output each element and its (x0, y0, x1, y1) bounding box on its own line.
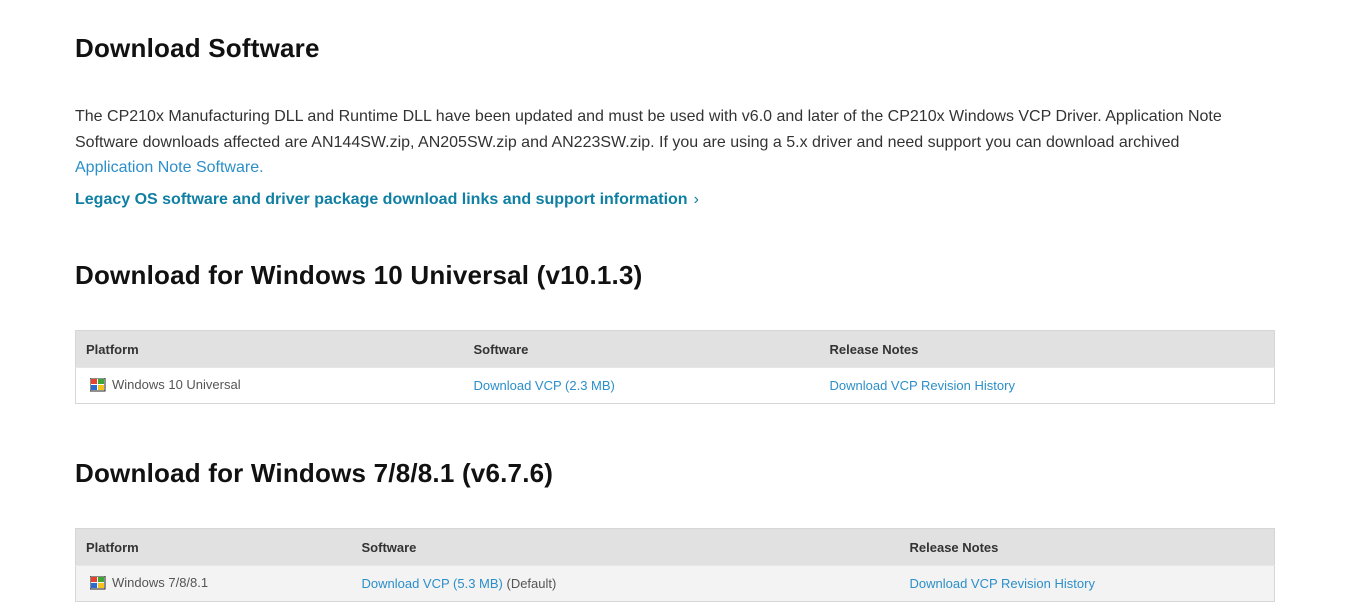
revision-history-link[interactable]: Download VCP Revision History (910, 576, 1095, 591)
column-header-platform: Platform (75, 528, 352, 566)
column-header-release-notes: Release Notes (899, 528, 1275, 566)
table-row: Windows 10 Universal Download VCP (2.3 M… (75, 367, 1275, 404)
column-header-release-notes: Release Notes (819, 330, 1275, 368)
page-title: Download Software (75, 33, 320, 63)
section-title-win10: Download for Windows 10 Universal (v10.1… (75, 260, 643, 290)
release-notes-cell: Download VCP Revision History (899, 565, 1275, 602)
windows-logo-icon (89, 575, 106, 590)
chevron-right-icon: › (693, 191, 699, 208)
download-vcp-link[interactable]: Download VCP (2.3 MB) (474, 378, 615, 393)
revision-history-link[interactable]: Download VCP Revision History (830, 378, 1015, 393)
section-title-win7: Download for Windows 7/8/8.1 (v6.7.6) (75, 458, 554, 488)
download-vcp-link[interactable]: Download VCP (5.3 MB) (362, 576, 503, 591)
software-suffix: (Default) (502, 576, 557, 591)
application-note-software-link[interactable]: Application Note Software. (75, 159, 264, 176)
platform-cell: Windows 7/8/8.1 (75, 565, 352, 602)
legacy-os-link[interactable]: Legacy OS software and driver package do… (75, 191, 699, 209)
legacy-os-link-label: Legacy OS software and driver package do… (75, 191, 688, 208)
software-cell: Download VCP (2.3 MB) (463, 367, 820, 404)
intro-text: The CP210x Manufacturing DLL and Runtime… (75, 108, 1222, 151)
win10-download-table: Platform Software Release Notes Windows … (75, 330, 1275, 404)
table-row: Windows 7/8/8.1 Download VCP (5.3 MB) (D… (75, 565, 1275, 602)
software-cell: Download VCP (5.3 MB) (Default) (351, 565, 900, 602)
platform-cell: Windows 10 Universal (75, 367, 464, 404)
platform-name: Windows 7/8/8.1 (112, 575, 209, 591)
table-header-row: Platform Software Release Notes (75, 330, 1275, 368)
column-header-platform: Platform (75, 330, 464, 368)
column-header-software: Software (351, 528, 900, 566)
platform-name: Windows 10 Universal (112, 377, 241, 393)
win7-download-table: Platform Software Release Notes Windows … (75, 528, 1275, 602)
windows-logo-icon (89, 377, 106, 392)
intro-paragraph: The CP210x Manufacturing DLL and Runtime… (75, 104, 1235, 181)
column-header-software: Software (463, 330, 820, 368)
table-header-row: Platform Software Release Notes (75, 528, 1275, 566)
release-notes-cell: Download VCP Revision History (819, 367, 1275, 404)
